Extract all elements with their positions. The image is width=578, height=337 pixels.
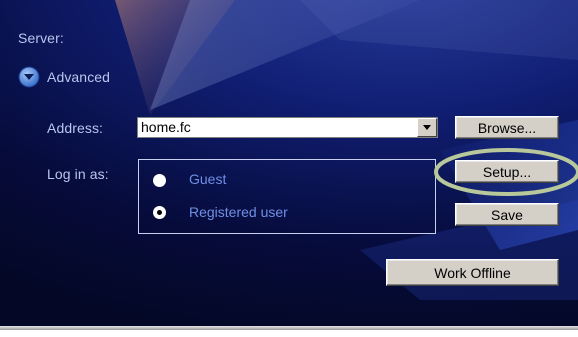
browse-button[interactable]: Browse...	[455, 116, 559, 139]
address-label: Address:	[47, 120, 104, 136]
save-button[interactable]: Save	[455, 203, 559, 226]
guest-radio[interactable]	[153, 174, 166, 187]
login-label: Log in as:	[47, 166, 109, 182]
advanced-label: Advanced	[47, 69, 111, 85]
chevron-down-circle-icon	[18, 66, 40, 88]
address-input[interactable]: home.fc	[137, 117, 438, 138]
radio-selected-dot	[157, 210, 162, 215]
guest-radio-option[interactable]: Guest	[139, 160, 435, 196]
dialog-panel: Server: Advanced Address: home.fc Browse…	[0, 0, 578, 326]
address-value: home.fc	[141, 119, 191, 135]
dropdown-arrow-icon	[423, 125, 431, 130]
registered-user-radio-option[interactable]: Registered user	[139, 196, 435, 234]
setup-button[interactable]: Setup...	[455, 160, 559, 183]
registered-user-radio[interactable]	[153, 206, 166, 219]
login-option-group: Guest Registered user	[138, 159, 436, 234]
work-offline-button[interactable]: Work Offline	[386, 259, 559, 286]
registered-user-label: Registered user	[189, 204, 288, 220]
server-label: Server:	[18, 30, 64, 46]
address-dropdown-button[interactable]	[417, 118, 437, 137]
guest-label: Guest	[189, 171, 227, 187]
bottom-divider	[0, 326, 578, 330]
login-dialog: Server: Advanced Address: home.fc Browse…	[0, 0, 578, 337]
